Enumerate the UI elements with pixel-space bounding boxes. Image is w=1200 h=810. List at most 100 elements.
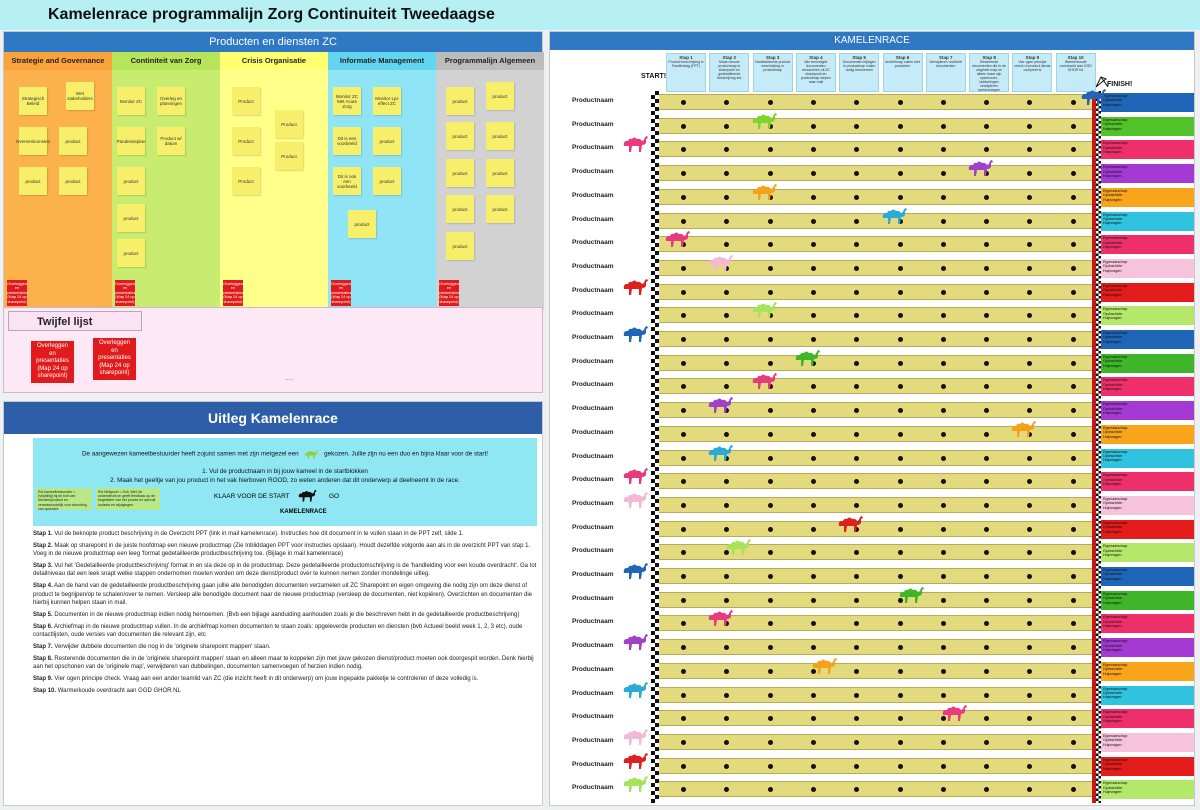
lane-label[interactable]: Productnaam xyxy=(572,737,614,744)
camel-icon[interactable] xyxy=(620,725,650,747)
camel-icon[interactable] xyxy=(620,749,650,771)
owner-box[interactable]: Eigenaarschap: Opdrachtde: Hulpvragen: xyxy=(1101,353,1194,373)
sticky-note[interactable]: product xyxy=(19,167,47,195)
lane-label[interactable]: Productnaam xyxy=(572,571,614,578)
red-note[interactable]: Overleggen en presentaties (Map 24 op sh… xyxy=(223,280,243,306)
owner-box[interactable]: Eigenaarschap: Opdrachtde: Hulpvragen: xyxy=(1101,401,1194,421)
owner-box[interactable]: Eigenaarschap: Opdrachtde: Hulpvragen: xyxy=(1101,306,1194,326)
lane-label[interactable]: Productnaam xyxy=(572,121,614,128)
sticky-note[interactable]: product xyxy=(486,159,514,187)
owner-box[interactable]: Eigenaarschap: Opdrachtde: Hulpvragen: xyxy=(1101,93,1194,112)
sticky-note[interactable]: product xyxy=(117,239,145,267)
lane-label[interactable]: Productnaam xyxy=(572,358,614,365)
owner-box[interactable]: Eigenaarschap: Opdrachtde: Hulpvragen: xyxy=(1101,258,1194,278)
lane-label[interactable]: Productnaam xyxy=(572,429,614,436)
sticky-note[interactable]: Product xyxy=(275,110,303,138)
column-5[interactable]: Programmalijn Algemeen product product prod… xyxy=(436,52,544,310)
sticky-note[interactable]: product xyxy=(446,87,474,115)
camel-icon[interactable] xyxy=(705,251,735,273)
camel-icon[interactable] xyxy=(749,298,779,320)
camel-icon[interactable] xyxy=(965,156,995,178)
camel-icon[interactable] xyxy=(620,132,650,154)
sticky-note[interactable]: Monitor ZC Met Acute Zorg xyxy=(333,87,361,115)
sticky-note[interactable]: Product w/ datum xyxy=(157,127,185,155)
owner-box[interactable]: Eigenaarschap: Opdrachtde: Hulpvragen: xyxy=(1101,377,1194,397)
owner-box[interactable]: Eigenaarschap: Opdrachtde: Hulpvragen: xyxy=(1101,661,1194,681)
camel-icon[interactable] xyxy=(620,559,650,581)
lane-label[interactable]: Productnaam xyxy=(572,524,614,531)
lane-label[interactable]: Productnaam xyxy=(572,547,614,554)
owner-box[interactable]: Eigenaarschap: Opdrachtde: Hulpvragen: xyxy=(1101,211,1194,231)
owner-box[interactable]: Eigenaarschap: Opdrachtde: Hulpvragen: xyxy=(1101,614,1194,634)
lane-label[interactable]: Productnaam xyxy=(572,97,614,104)
owner-box[interactable]: Eigenaarschap: Opdrachtde: Hulpvragen: xyxy=(1101,590,1194,610)
camel-icon[interactable] xyxy=(620,630,650,652)
sticky-note[interactable]: Overeenkomsten xyxy=(16,127,50,155)
red-note[interactable]: Overleggen en presentaties (Map 24 op sh… xyxy=(93,338,136,380)
lane-label[interactable]: Productnaam xyxy=(572,405,614,412)
camel-icon[interactable] xyxy=(705,441,735,463)
column-2[interactable]: Continiteit van Zorg Monitor ZC Overleg en… xyxy=(112,52,220,310)
lane-label[interactable]: Productnaam xyxy=(572,453,614,460)
camel-icon[interactable] xyxy=(879,204,909,226)
lane-label[interactable]: Productnaam xyxy=(572,713,614,720)
lane-label[interactable]: Productnaam xyxy=(572,216,614,223)
lane-label[interactable]: Productnaam xyxy=(572,784,614,791)
sticky-note[interactable]: Strategisch Beleid xyxy=(19,87,47,115)
camel-icon[interactable] xyxy=(723,535,753,557)
owner-box[interactable]: Eigenaarschap: Opdrachtde: Hulpvragen: xyxy=(1101,543,1194,563)
camel-icon[interactable] xyxy=(809,654,839,676)
sticky-note[interactable]: product xyxy=(373,127,401,155)
camel-icon[interactable] xyxy=(620,488,650,510)
sticky-note[interactable]: product xyxy=(446,122,474,150)
owner-box[interactable]: Eigenaarschap: Opdrachtde: Hulpvragen: xyxy=(1101,282,1194,302)
sticky-note[interactable]: product xyxy=(486,122,514,150)
owner-box[interactable]: Eigenaarschap: Opdrachtde: Hulpvragen: xyxy=(1101,116,1194,136)
camel-icon[interactable] xyxy=(749,180,779,202)
sticky-note[interactable]: product xyxy=(446,232,474,260)
lane-label[interactable]: Productnaam xyxy=(572,666,614,673)
owner-box[interactable]: Eigenaarschap: Opdrachtde: Hulpvragen: xyxy=(1101,495,1194,515)
owner-box[interactable]: Eigenaarschap: Opdrachtde: Hulpvragen: xyxy=(1101,709,1194,729)
lane-label[interactable]: Productnaam xyxy=(572,381,614,388)
camel-icon[interactable] xyxy=(749,109,779,131)
camel-icon[interactable] xyxy=(705,606,735,628)
sticky-note[interactable]: product xyxy=(446,195,474,223)
lane-label[interactable]: Productnaam xyxy=(572,239,614,246)
sticky-note[interactable]: product xyxy=(59,167,87,195)
sticky-note[interactable]: Dit is ook een voorbeeld xyxy=(333,167,361,195)
sticky-note[interactable]: product xyxy=(486,82,514,110)
sticky-note[interactable]: Wet stakeholders xyxy=(66,82,94,110)
red-note[interactable]: Overleggen en presentaties (Map 24 op sh… xyxy=(115,280,135,306)
sticky-note[interactable]: product xyxy=(117,204,145,232)
column-1[interactable]: Strategie and Governance Strategisch Bele… xyxy=(4,52,112,310)
lane-label[interactable]: Productnaam xyxy=(572,500,614,507)
sticky-note[interactable]: Pandemieplan xyxy=(117,127,145,155)
owner-box[interactable]: Eigenaarschap: Opdrachtde: Hulpvragen: xyxy=(1101,448,1194,468)
sticky-note[interactable]: Overleg en planningen xyxy=(157,87,185,115)
lane-label[interactable]: Productnaam xyxy=(572,287,614,294)
camel-icon[interactable] xyxy=(792,346,822,368)
owner-box[interactable]: Eigenaarschap: Opdrachtde: Hulpvragen: xyxy=(1101,519,1194,539)
camel-icon[interactable] xyxy=(939,701,969,723)
lane-label[interactable]: Productnaam xyxy=(572,263,614,270)
sticky-note[interactable]: product xyxy=(348,210,376,238)
sticky-note[interactable]: Monitor Lpc effect ZC xyxy=(373,87,401,115)
camel-icon[interactable] xyxy=(620,678,650,700)
camel-icon[interactable] xyxy=(620,322,650,344)
camel-icon[interactable] xyxy=(620,464,650,486)
column-4[interactable]: Informatie Management Monitor ZC Met Acut… xyxy=(328,52,436,310)
owner-box[interactable]: Eigenaarschap: Opdrachtde: Hulpvragen: xyxy=(1101,472,1194,492)
camel-icon[interactable] xyxy=(896,583,926,605)
twijfel-list[interactable]: Twijfel lijst ..... Overleggen en presen… xyxy=(3,307,543,393)
camel-icon[interactable] xyxy=(705,393,735,415)
owner-box[interactable]: Eigenaarschap: Opdrachtde: Hulpvragen: xyxy=(1101,235,1194,255)
owner-box[interactable]: Eigenaarschap: Opdrachtde: Hulpvragen: xyxy=(1101,756,1194,776)
owner-box[interactable]: Eigenaarschap: Opdrachtde: Hulpvragen: xyxy=(1101,187,1194,207)
lane-label[interactable]: Productnaam xyxy=(572,168,614,175)
sticky-note[interactable]: product xyxy=(117,167,145,195)
owner-box[interactable]: Eigenaarschap: Opdrachtde: Hulpvragen: xyxy=(1101,330,1194,349)
owner-box[interactable]: Eigenaarschap: Opdrachtde: Hulpvragen: xyxy=(1101,424,1194,444)
camel-icon[interactable] xyxy=(1078,85,1108,107)
sticky-note[interactable]: product xyxy=(486,195,514,223)
